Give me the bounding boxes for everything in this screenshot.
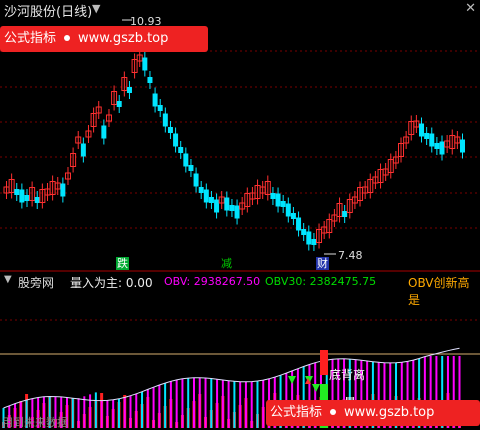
watermark-right-text: www.gszb.top — [344, 405, 435, 420]
down-arrow-icon — [288, 376, 296, 384]
candle-body — [126, 87, 132, 93]
candle-body — [342, 211, 348, 217]
candle-body — [24, 195, 30, 201]
candle-body — [101, 125, 107, 139]
watermark-left-text: 公式指标 — [270, 405, 323, 420]
divergence-label: 底背离 — [329, 368, 366, 382]
candle-body — [162, 113, 168, 127]
candle-body — [183, 153, 189, 167]
candle-body — [301, 229, 307, 235]
candle-body — [460, 139, 465, 153]
obv30-value-label: OBV30: 2382475.75 — [265, 275, 377, 288]
candle-body — [60, 183, 66, 197]
candle-body — [424, 133, 430, 139]
candle-body — [157, 105, 163, 111]
candle-body — [234, 205, 240, 219]
candle-body — [214, 199, 220, 213]
down-arrow-icon — [312, 384, 320, 392]
candle-body — [280, 201, 286, 207]
candle-body — [14, 189, 20, 195]
low-price-label: 7.48 — [338, 249, 363, 262]
candlesticks — [3, 49, 465, 251]
candle-body — [285, 203, 291, 217]
candle-body — [142, 57, 148, 71]
candle-body — [306, 231, 312, 245]
candle-body — [224, 197, 230, 211]
candle-body — [19, 189, 25, 203]
price-grid — [0, 50, 480, 229]
signal-cai: 财 — [316, 257, 329, 270]
candle-body — [188, 165, 194, 171]
candle-body — [80, 143, 86, 157]
candle-body — [429, 133, 435, 147]
watermark-banner-top: 公式指标 www.gszb.top — [0, 26, 208, 52]
candle-body — [116, 101, 122, 107]
candle-body — [270, 193, 276, 199]
signal-red-block — [320, 350, 328, 375]
candle-body — [34, 197, 40, 203]
candle-body — [208, 197, 214, 203]
candle-body — [173, 133, 179, 147]
candle-body — [275, 193, 281, 207]
candle-body — [419, 123, 425, 137]
high-price-label: 10.93 — [130, 15, 162, 28]
chart-title: 沙河股份(日线) — [4, 5, 93, 20]
watermark-left-text: 公式指标 — [4, 31, 57, 46]
candle-body — [434, 143, 440, 149]
candle-body — [198, 187, 204, 193]
dot-icon — [64, 34, 71, 41]
candle-body — [152, 93, 158, 107]
candle-body — [439, 141, 445, 155]
signal-jian: 减 — [221, 257, 232, 270]
indicator-chevron-down-icon[interactable]: ▼ — [4, 274, 12, 285]
candle-body — [203, 189, 209, 203]
chevron-down-icon[interactable]: ▼ — [92, 2, 100, 15]
signal-die: 跌 — [116, 257, 129, 270]
watermark-banner-bottom: 公式指标 www.gszb.top — [266, 400, 480, 426]
close-icon[interactable]: ✕ — [465, 1, 476, 16]
candle-body — [311, 239, 317, 245]
candle-body — [296, 217, 302, 231]
obv-value-label: OBV: 2938267.50 — [164, 275, 261, 288]
dot-icon — [330, 408, 337, 415]
candle-body — [147, 77, 153, 83]
candle-body — [193, 173, 199, 187]
candle-body — [229, 205, 235, 211]
candle-body — [178, 147, 184, 153]
candle-body — [167, 127, 173, 133]
candle-body — [290, 213, 296, 219]
watermark-right-text: www.gszb.top — [78, 31, 169, 46]
